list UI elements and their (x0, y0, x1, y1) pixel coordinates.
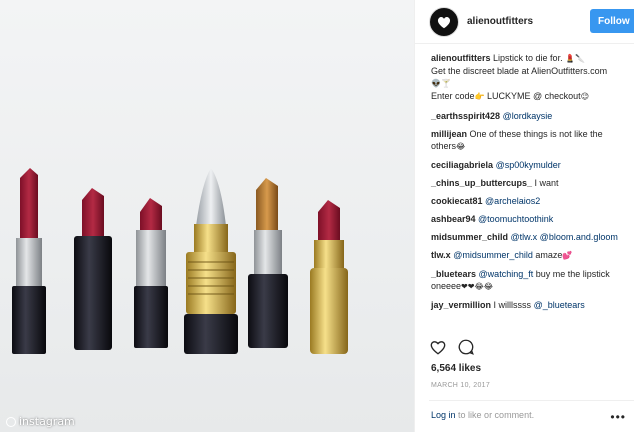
comment-mention[interactable]: @toomuchtoothink (478, 214, 553, 224)
smile-emoji-icon: 😉 (580, 92, 590, 101)
more-options-icon[interactable]: ••• (610, 410, 626, 424)
heart-icon[interactable] (429, 338, 447, 356)
comment-username[interactable]: millijean (431, 129, 467, 139)
comment-mention[interactable]: @sp00kymulder (496, 160, 561, 170)
comment-username[interactable]: _chins_up_buttercups_ (431, 178, 532, 188)
comment-username[interactable]: tlw.x (431, 250, 451, 260)
comment-mention[interactable]: @archelaios2 (485, 196, 540, 206)
comment-item: ashbear94 @toomuchtoothink (431, 213, 624, 225)
instagram-icon (6, 416, 16, 427)
comment-item: _chins_up_buttercups_ I want (431, 177, 624, 189)
post-sidebar: alienoutfitters Follow alienoutfitters L… (414, 0, 634, 432)
lipstick-emoji-icon: 💄🔪 (565, 54, 586, 63)
comment-item: _bluetears @watching_ft buy me the lipst… (431, 268, 624, 293)
heart-emoji-icon: 💕 (562, 251, 573, 260)
caption-line-2: Get the discreet blade at AlienOutfitter… (431, 66, 608, 76)
hearts-emoji-icon: ❤❤😂😂 (461, 282, 494, 291)
comment-mention[interactable]: @watching_ft (479, 269, 534, 279)
comment-icon[interactable] (457, 338, 475, 356)
comment-text: I want (534, 178, 559, 188)
lipstick-6 (310, 200, 348, 354)
grin-emoji-icon: 😂 (456, 142, 466, 151)
comment-item: jay_vermillion I willlssss @_bluetears (431, 299, 624, 311)
login-link[interactable]: Log in (431, 410, 456, 420)
watermark-text: instagram (19, 415, 75, 428)
comment-username[interactable]: _earthsspirit428 (431, 111, 500, 121)
caption-code: LUCKYME @ checkout (487, 91, 581, 101)
comment-item: ceciliagabriela @sp00kymulder (431, 159, 624, 171)
post-actions (429, 338, 475, 356)
lipstick-2 (74, 188, 112, 350)
comment-username[interactable]: midsummer_child (431, 232, 508, 242)
comment-username[interactable]: ceciliagabriela (431, 160, 493, 170)
comment-item: _earthsspirit428 @lordkaysie (431, 110, 624, 122)
lipsticks-image (12, 168, 348, 354)
instagram-watermark: instagram (6, 415, 75, 428)
blade-lipstick (184, 168, 238, 354)
lipstick-5 (248, 178, 288, 348)
comment-mention[interactable]: @_bluetears (534, 300, 585, 310)
post-photo: instagram (0, 0, 414, 432)
username[interactable]: alienoutfitters (467, 16, 533, 27)
comment-item: millijean One of these things is not lik… (431, 128, 624, 153)
comment-mention[interactable]: @tlw.x @bloom.and.gloom (511, 232, 618, 242)
comment-mention[interactable]: @lordkaysie (503, 111, 553, 121)
comments-list: alienoutfitters Lipstick to die for. 💄🔪 … (415, 44, 634, 334)
comment-item: cookiecat81 @archelaios2 (431, 195, 624, 207)
follow-button[interactable]: Follow (590, 9, 634, 33)
caption: alienoutfitters Lipstick to die for. 💄🔪 … (431, 52, 624, 103)
caption-line-3: Enter code (431, 91, 475, 101)
caption-line-1: Lipstick to die for. (493, 53, 563, 63)
comment-item: tlw.x @midsummer_child amaze💕 (431, 249, 624, 262)
comment-username[interactable]: ashbear94 (431, 214, 476, 224)
alien-heart-icon (437, 16, 451, 28)
post-date: MARCH 10, 2017 (431, 382, 491, 389)
login-rest-text: to like or comment. (458, 410, 535, 420)
post-header: alienoutfitters Follow (415, 0, 634, 44)
comment-mention[interactable]: @midsummer_child (453, 250, 533, 260)
login-prompt: Log in to like or comment. (431, 410, 534, 420)
point-emoji-icon: 👉 (474, 92, 485, 101)
comment-item: midsummer_child @tlw.x @bloom.and.gloom (431, 231, 624, 243)
lipstick-3 (134, 198, 168, 348)
comment-text: I willlssss (493, 300, 532, 310)
comment-username[interactable]: cookiecat81 (431, 196, 483, 206)
comment-username[interactable]: jay_vermillion (431, 300, 491, 310)
comment-text: amaze (535, 250, 563, 260)
comment-username[interactable]: _bluetears (431, 269, 476, 279)
avatar[interactable] (429, 6, 459, 37)
caption-username[interactable]: alienoutfitters (431, 53, 491, 63)
divider (429, 400, 634, 401)
alien-emoji-icon: 👽🍸 (431, 79, 451, 88)
lipstick-1 (12, 168, 46, 354)
likes-count[interactable]: 6,564 likes (431, 363, 481, 374)
